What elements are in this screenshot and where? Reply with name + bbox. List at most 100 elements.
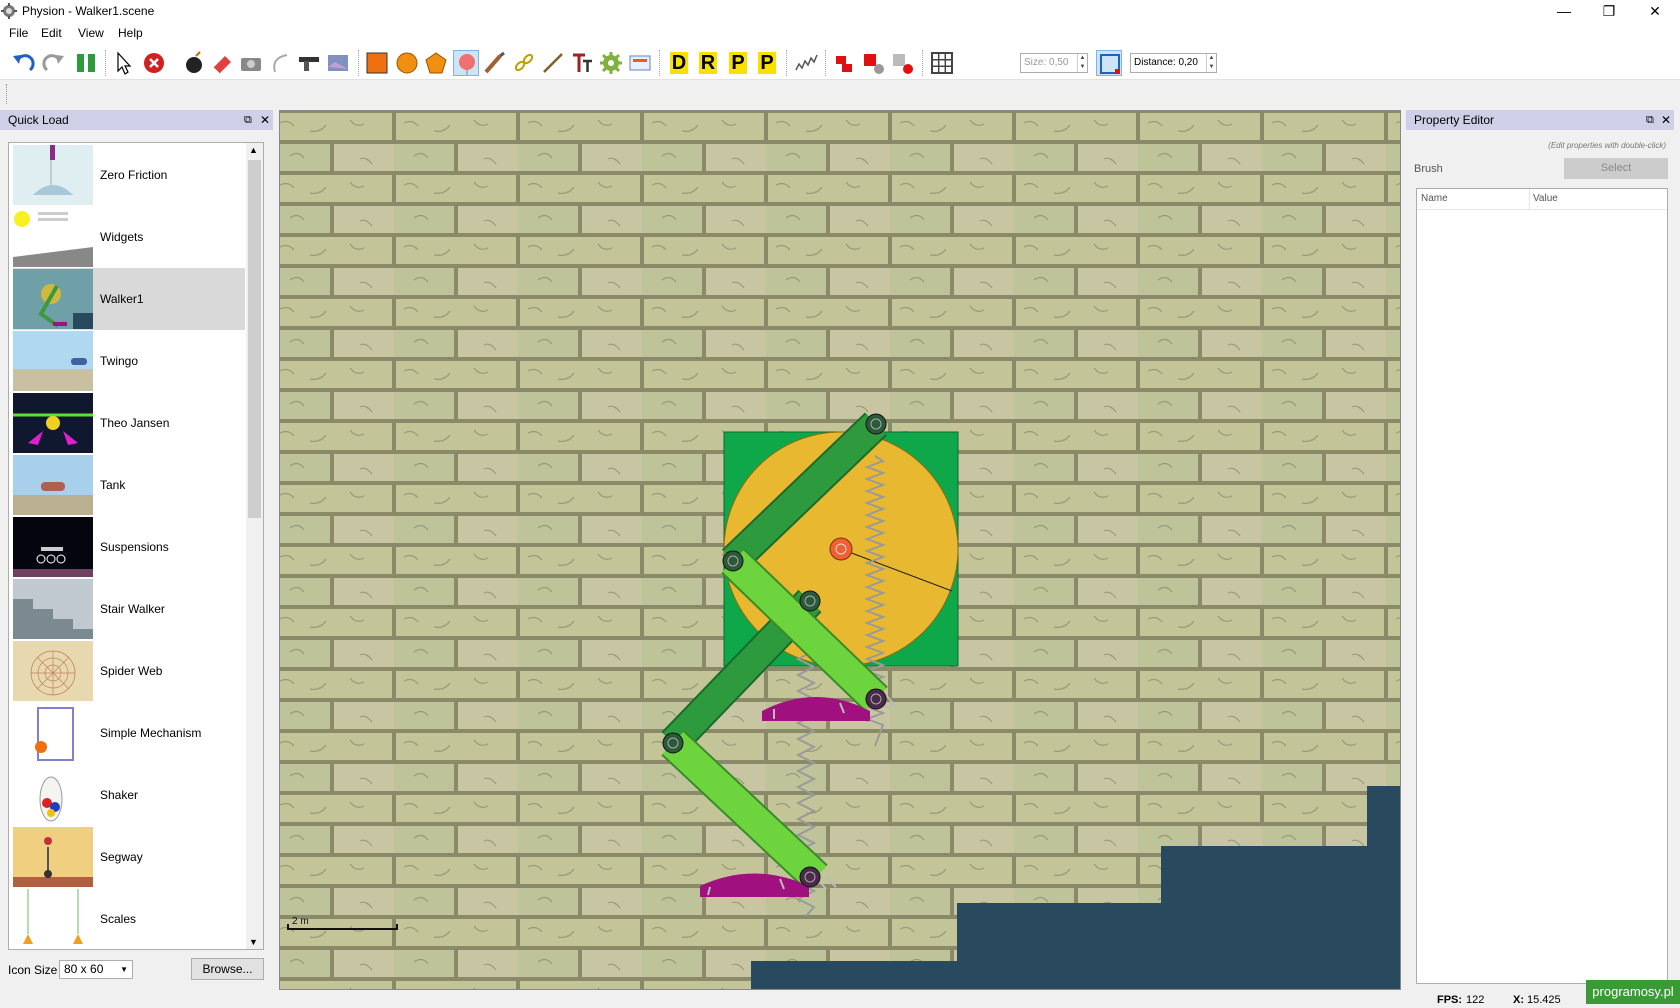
column-name-header[interactable]: Name: [1421, 193, 1448, 204]
list-item[interactable]: Spider Web: [13, 640, 245, 702]
tank-thumbnail: [13, 455, 93, 515]
list-item-label: Segway: [100, 850, 143, 864]
joint-bolt[interactable]: [799, 866, 821, 888]
pulley-joint-button[interactable]: P: [754, 50, 780, 76]
list-item[interactable]: Stair Walker: [13, 578, 245, 640]
simulation-canvas[interactable]: 2 m: [279, 110, 1401, 990]
list-item-label: Suspensions: [100, 540, 169, 554]
toolbar-grip[interactable]: [6, 84, 8, 104]
camera-icon[interactable]: [238, 50, 264, 76]
prismatic-joint-button[interactable]: P: [725, 50, 751, 76]
status-bar: FPS: 122 X: 15.425 Y: 5.405: [0, 990, 1680, 1008]
brush-label: Brush: [1414, 163, 1443, 175]
browse-button[interactable]: Browse...: [191, 958, 264, 980]
rectangle-tool-icon[interactable]: [364, 50, 390, 76]
collision-layer-icon[interactable]: [832, 50, 858, 76]
icon-size-value: 80 x 60: [64, 962, 104, 976]
segway-thumbnail: [13, 827, 93, 887]
group-icon[interactable]: [861, 50, 887, 76]
menu-edit[interactable]: Edit: [41, 26, 62, 40]
ungroup-icon[interactable]: [890, 50, 916, 76]
gear-icon[interactable]: [598, 50, 624, 76]
revolute-joint-button[interactable]: R: [695, 50, 721, 76]
bomb-icon[interactable]: [180, 50, 206, 76]
undock-icon[interactable]: ⧉: [244, 110, 252, 130]
list-item[interactable]: Simple Mechanism: [13, 702, 245, 764]
redo-icon[interactable]: [41, 50, 67, 76]
distance-joint-button[interactable]: D: [666, 50, 692, 76]
joint-bolt[interactable]: [799, 590, 821, 612]
revolute-joint-label: R: [698, 52, 718, 74]
walker1-thumbnail: [13, 269, 93, 329]
grid-icon[interactable]: [929, 50, 955, 76]
rope-icon[interactable]: [540, 50, 566, 76]
select-pointer-icon[interactable]: [111, 50, 137, 76]
icon-size-select[interactable]: 80 x 60 ▼: [59, 960, 133, 979]
widgets-thumbnail: [13, 207, 93, 267]
list-item[interactable]: Widgets: [13, 206, 245, 268]
pause-simulation-icon[interactable]: [73, 50, 99, 76]
polygon-tool-icon[interactable]: [423, 50, 449, 76]
undock-icon[interactable]: ⧉: [1646, 110, 1654, 130]
close-button[interactable]: ✕: [1632, 0, 1678, 24]
list-item[interactable]: Shaker: [13, 764, 245, 826]
list-item[interactable]: Walker1: [13, 268, 245, 330]
list-item[interactable]: Theo Jansen: [13, 392, 245, 454]
joint-bolt[interactable]: [722, 550, 744, 572]
undo-icon[interactable]: [10, 50, 36, 76]
spring-tool-icon[interactable]: [793, 50, 819, 76]
simple-mechanism-thumbnail: [13, 703, 93, 763]
scale-bar-label: 2 m: [292, 916, 309, 927]
scroll-down-icon[interactable]: ▼: [249, 937, 258, 947]
scroll-up-icon[interactable]: ▲: [249, 145, 258, 155]
joint-bolt[interactable]: [865, 688, 887, 710]
background-image-icon[interactable]: [325, 50, 351, 76]
menu-help[interactable]: Help: [118, 26, 143, 40]
maximize-button[interactable]: ❐: [1586, 0, 1632, 24]
list-item-label: Widgets: [100, 230, 144, 244]
joint-bolt[interactable]: [662, 732, 684, 754]
gun-icon[interactable]: [296, 50, 322, 76]
wheel-center-motor[interactable]: [829, 537, 853, 561]
eraser-icon[interactable]: [209, 50, 235, 76]
brush-tool-icon[interactable]: [482, 50, 508, 76]
menu-view[interactable]: View: [78, 26, 104, 40]
scroll-thumb[interactable]: [248, 160, 261, 518]
snap-icon[interactable]: [1096, 50, 1122, 76]
list-item[interactable]: Zero Friction: [13, 144, 245, 206]
panel-close-icon[interactable]: ✕: [260, 110, 270, 130]
list-item[interactable]: Twingo: [13, 330, 245, 392]
list-item[interactable]: Suspensions: [13, 516, 245, 578]
select-brush-button[interactable]: Select: [1564, 158, 1668, 179]
fps-value: 122: [1466, 994, 1485, 1006]
list-item[interactable]: Tank: [13, 454, 245, 516]
list-item[interactable]: Segway: [13, 826, 245, 888]
panel-close-icon[interactable]: ✕: [1661, 110, 1671, 130]
chain-tool-icon[interactable]: [511, 50, 537, 76]
rope-tool-icon[interactable]: [267, 50, 293, 76]
list-item-label: Zero Friction: [100, 168, 168, 182]
spin-arrows-icon[interactable]: ▲ ▼: [1206, 54, 1216, 72]
menu-file[interactable]: File: [9, 26, 28, 40]
delete-icon[interactable]: [141, 50, 167, 76]
property-table[interactable]: Name Value: [1416, 188, 1668, 984]
grid-size-spinbox[interactable]: Size: 0,50 ▲ ▼: [1020, 53, 1088, 73]
snap-distance-spinbox[interactable]: Distance: 0,20 ▲ ▼: [1130, 53, 1217, 73]
list-item-label: Twingo: [100, 354, 139, 368]
image-card-icon[interactable]: [627, 50, 653, 76]
spin-arrows-icon[interactable]: ▲ ▼: [1077, 54, 1087, 72]
list-item[interactable]: Scales: [13, 888, 245, 949]
minimize-button[interactable]: —: [1541, 0, 1587, 24]
column-value-header[interactable]: Value: [1533, 193, 1558, 204]
list-item-label: Stair Walker: [100, 602, 165, 616]
spider-web-thumbnail: [13, 641, 93, 701]
balloon-tool-icon[interactable]: [453, 50, 479, 76]
joint-bolt[interactable]: [865, 413, 887, 435]
circle-tool-icon[interactable]: [394, 50, 420, 76]
property-editor-title: Property Editor ⧉ ✕: [1406, 110, 1674, 130]
quick-load-scrollbar[interactable]: ▲ ▼: [246, 143, 263, 949]
scene[interactable]: 2 m: [280, 111, 1401, 990]
list-item-label: Scales: [100, 912, 137, 926]
text-tool-icon[interactable]: [569, 50, 595, 76]
scales-thumbnail: [13, 889, 93, 949]
